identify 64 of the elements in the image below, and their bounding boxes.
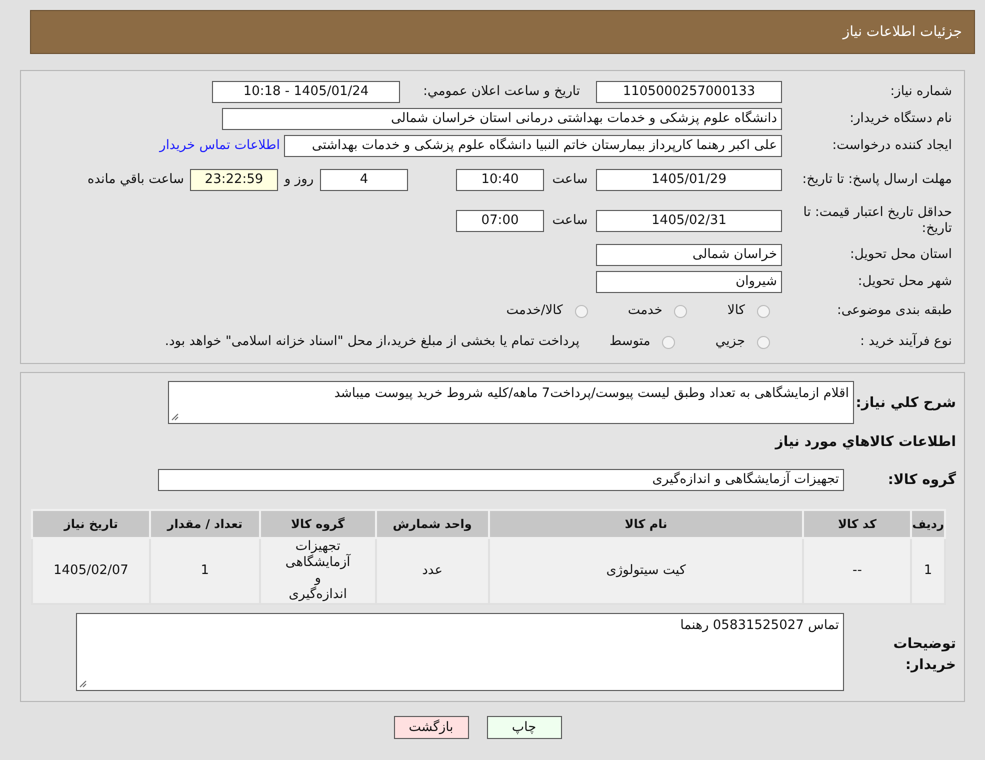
- text-field[interactable]: خراسان شمالی: [596, 244, 782, 266]
- table-cell: عدد: [376, 538, 489, 604]
- field-label: ساعت باقي مانده: [88, 171, 184, 190]
- radio-button[interactable]: [662, 336, 676, 348]
- column-header: نام کالا: [488, 510, 804, 538]
- field-label: روز و: [282, 171, 315, 190]
- radio-label: کالا: [727, 302, 745, 320]
- contact-link[interactable]: اطلاعات تماس خریدار: [160, 136, 280, 156]
- purchase-note: پرداخت تمام یا بخشی از مبلغ خرید،از محل "اسناد خزانه اسلامی" خواهد بود.: [164, 333, 580, 352]
- field-label: شماره نیاز:: [889, 84, 952, 100]
- back-button[interactable]: بازگشت: [394, 716, 468, 739]
- text-field[interactable]: تجهیزات آزمایشگاهی و اندازه‌گیری: [158, 469, 844, 491]
- field-label: نوع فرآیند خرید :: [859, 334, 952, 350]
- field-label: تاریخ و ساعت اعلان عمومي:: [422, 83, 580, 102]
- field-label: گروه کالا:: [886, 470, 956, 490]
- field-label: نام دستگاه خریدار:: [848, 111, 952, 127]
- field-label: شرح كلي نياز:: [854, 394, 956, 413]
- field-label: استان محل تحویل:: [849, 247, 952, 263]
- radio-button[interactable]: [757, 304, 770, 318]
- field-label: ساعت: [551, 212, 589, 230]
- radio-button[interactable]: [574, 304, 588, 318]
- table-cell: --: [803, 538, 912, 604]
- text-field[interactable]: 4: [320, 169, 408, 191]
- resize-grip-icon: [171, 413, 179, 421]
- field-label: توضیحات خریدار:: [892, 635, 956, 675]
- field-label: مهلت ارسال پاسخ: تا تاریخ:: [801, 172, 952, 188]
- table-cell: 1: [150, 538, 260, 604]
- table-cell: 1405/02/07: [32, 538, 150, 604]
- column-header: واحد شمارش: [376, 510, 489, 538]
- table-cell: 1: [911, 538, 945, 604]
- field-label: حداقل تاریخ اعتبار قیمت: تا تاریخ:: [802, 205, 952, 237]
- field-label: طبقه بندی موضوعی:: [836, 303, 952, 319]
- page-title: جزئیات اطلاعات نیاز: [842, 22, 962, 42]
- column-header: تعداد / مقدار: [150, 510, 260, 538]
- text-field[interactable]: دانشگاه علوم پزشکی و خدمات بهداشتی درمانی استان خراسان شمالی: [222, 108, 782, 130]
- text-field[interactable]: علی اکبر رهنما کارپرداز بیمارستان خاتم النبیا دانشگاه علوم پزشکی و خدمات بهداشتی: [284, 135, 782, 157]
- text-field[interactable]: 1105000257000133: [596, 81, 782, 103]
- text-field[interactable]: 1405/01/24 - 10:18: [212, 81, 400, 103]
- radio-label: کالا/خدمت: [506, 302, 563, 320]
- resize-grip-icon: [79, 680, 87, 688]
- radio-label: جزيي: [715, 333, 745, 352]
- table-cell: کیت سیتولوژی: [488, 538, 804, 604]
- print-button[interactable]: چاپ: [486, 716, 562, 739]
- column-header: گروه کالا: [260, 510, 376, 538]
- radio-button[interactable]: [757, 336, 770, 348]
- text-field[interactable]: 1405/01/29: [596, 169, 782, 191]
- text-field[interactable]: شیروان: [596, 271, 782, 293]
- description-textarea[interactable]: اقلام ازمایشگاهی به تعداد وطبق لیست پیوست/پرداخت7 ماهه/کلیه شروط خرید پیوست میباشد: [168, 381, 854, 424]
- text-field[interactable]: 07:00: [456, 210, 544, 232]
- section-heading: اطلاعات كالاهاي مورد نياز: [774, 433, 956, 452]
- column-header: کد کالا: [803, 510, 912, 538]
- column-header: تاریخ نیاز: [32, 510, 150, 538]
- countdown-field[interactable]: 23:22:59: [190, 169, 278, 191]
- text-field[interactable]: 10:40: [456, 169, 544, 191]
- field-label: شهر محل تحویل:: [856, 274, 952, 290]
- text-field[interactable]: 1405/02/31: [596, 210, 782, 232]
- field-label: ایجاد کننده درخواست:: [831, 138, 952, 154]
- buyer-notes-textarea[interactable]: تماس 05831525027 رهنما: [76, 613, 844, 691]
- radio-label: خدمت: [628, 302, 662, 320]
- column-header: ردیف: [911, 510, 945, 538]
- field-label: ساعت: [551, 171, 589, 190]
- radio-label: متوسط: [609, 333, 650, 352]
- table-cell: تجهیزات آزمایشگاهی و اندازه‌گیری: [260, 538, 376, 604]
- radio-button[interactable]: [674, 304, 688, 318]
